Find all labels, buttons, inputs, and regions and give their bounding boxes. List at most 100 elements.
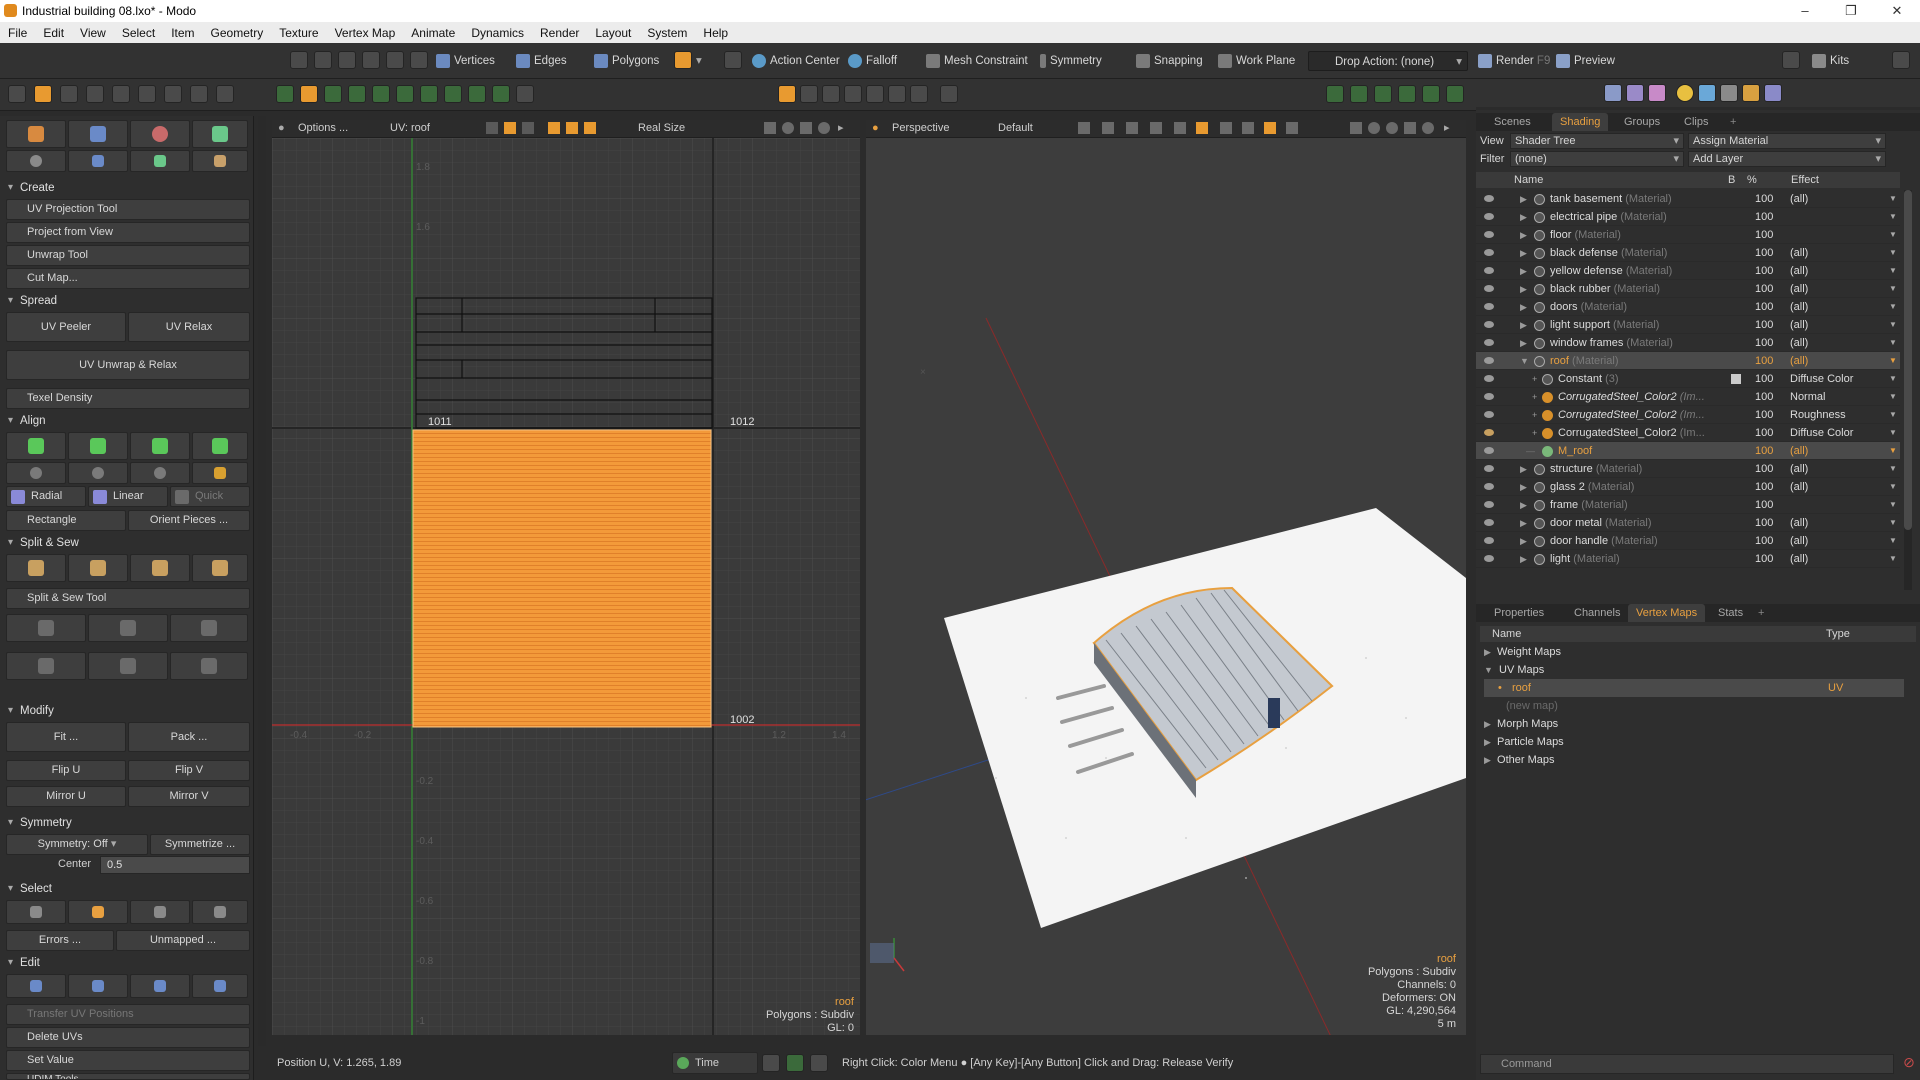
chevron-right-icon[interactable]: ▶	[1520, 208, 1527, 226]
chevron-down-icon[interactable]: ▼	[1520, 352, 1529, 370]
layout-icon[interactable]	[1892, 51, 1910, 69]
playback-icon[interactable]	[810, 1054, 828, 1072]
plus-icon[interactable]: +	[1532, 406, 1537, 424]
symmetry-button[interactable]: Symmetry	[1040, 51, 1102, 71]
edges-button[interactable]: Edges	[516, 51, 567, 71]
chevron-right-icon[interactable]: ▶	[1520, 550, 1527, 568]
udim-tools-button[interactable]: UDIM Tools	[6, 1073, 250, 1080]
keyframe-icon[interactable]	[786, 1054, 804, 1072]
texture-toggle-icon[interactable]	[504, 122, 516, 134]
flip-u-button[interactable]: Flip U	[6, 760, 126, 781]
light-toggle-icon[interactable]	[1196, 122, 1208, 134]
left-splitter[interactable]	[258, 116, 266, 1046]
add-viewport-icon[interactable]	[1446, 85, 1464, 103]
chevron-down-icon[interactable]: ▼	[1889, 226, 1897, 244]
kits-button[interactable]: Kits	[1812, 51, 1849, 71]
paint-select-icon[interactable]	[338, 51, 356, 69]
render-button[interactable]: Render F9	[1478, 51, 1550, 71]
seam-button-3[interactable]	[170, 614, 248, 642]
seam-button-5[interactable]	[88, 652, 168, 680]
eye-icon[interactable]	[1484, 231, 1494, 238]
menu-render[interactable]: Render	[532, 22, 587, 43]
zoom-icon[interactable]	[190, 85, 208, 103]
radial-button[interactable]: Radial	[6, 486, 86, 507]
chevron-down-icon[interactable]: ▼	[1889, 334, 1897, 352]
eye-icon[interactable]	[1484, 321, 1494, 328]
uv-circle-button[interactable]	[6, 150, 66, 172]
split-sew-tool-button[interactable]: Split & Sew Tool	[6, 588, 250, 609]
shader-icon[interactable]	[1742, 84, 1760, 102]
filter-dropdown[interactable]: (none) ▾	[1510, 151, 1684, 167]
assign-material-dropdown[interactable]: Assign Material ▾	[1688, 133, 1886, 149]
schematic-icon[interactable]	[1374, 85, 1392, 103]
tab-channels[interactable]: Channels	[1566, 604, 1628, 622]
circle-icon[interactable]	[396, 85, 414, 103]
shader-row[interactable]: ▶ tank basement (Material) 100 (all) ▼	[1476, 190, 1900, 208]
replicator-icon[interactable]	[1764, 84, 1782, 102]
action-center-button[interactable]: Action Center	[752, 51, 840, 71]
menu-texture[interactable]: Texture	[271, 22, 326, 43]
menu-select[interactable]: Select	[114, 22, 163, 43]
blend-checkbox[interactable]	[1731, 374, 1741, 384]
align-left-button[interactable]	[130, 432, 190, 460]
orient-pieces-button[interactable]: Orient Pieces ...	[128, 510, 250, 531]
cut-map-button[interactable]: Cut Map...	[6, 268, 250, 289]
pin-icon[interactable]	[888, 85, 906, 103]
perspective-viewport[interactable]: ● Perspective Default ▸ × roof Polygons …	[866, 120, 1466, 1035]
material-ball-icon[interactable]	[1648, 84, 1666, 102]
tab-vertex-maps[interactable]: Vertex Maps	[1628, 604, 1706, 622]
eye-icon[interactable]	[1484, 249, 1494, 256]
chevron-down-icon[interactable]: ▼	[1889, 262, 1897, 280]
uv-options-button[interactable]: Options ...	[298, 122, 348, 134]
graph-icon[interactable]	[1398, 85, 1416, 103]
chevron-down-icon[interactable]: ▼	[1889, 190, 1897, 208]
edit-button-3[interactable]	[130, 974, 190, 998]
orbit-icon[interactable]	[1368, 122, 1380, 134]
align-bottom-button[interactable]	[68, 432, 128, 460]
eye-icon[interactable]	[1484, 519, 1494, 526]
eye-icon[interactable]	[1484, 195, 1494, 202]
menu-file[interactable]: File	[0, 22, 35, 43]
polygons-button[interactable]: Polygons	[594, 51, 659, 71]
texel-density-button[interactable]: Texel Density	[6, 388, 250, 409]
uv-relax-button[interactable]: UV Relax	[128, 312, 250, 342]
chevron-down-icon[interactable]: ▼	[1889, 406, 1897, 424]
eye-icon[interactable]	[1484, 393, 1494, 400]
uv-sphere-large-button[interactable]	[130, 120, 190, 148]
figure-icon[interactable]	[164, 85, 182, 103]
close-button[interactable]: ✕	[1874, 0, 1920, 22]
shader-row[interactable]: ▶ floor (Material) 100 ▼	[1476, 226, 1900, 244]
material-ball-icon[interactable]	[1604, 84, 1622, 102]
chevron-down-icon[interactable]: ▼	[1889, 280, 1897, 298]
material-ball-icon[interactable]	[1626, 84, 1644, 102]
distortion-toggle-icon[interactable]	[584, 122, 596, 134]
item-mode-icon[interactable]	[410, 51, 428, 69]
eye-icon[interactable]	[1484, 303, 1494, 310]
set-value-button[interactable]: Set Value	[6, 1050, 250, 1071]
vertices-button[interactable]: Vertices	[436, 51, 495, 71]
gear-icon[interactable]	[818, 122, 830, 134]
transform-tool-icon[interactable]	[290, 51, 308, 69]
mode-dropdown-arrow[interactable]: ▾	[696, 51, 702, 71]
chevron-right-icon[interactable]: ▶	[1520, 280, 1527, 298]
unwrap-icon[interactable]	[844, 85, 862, 103]
vmap-uv-maps[interactable]: ▼ UV Maps	[1484, 661, 1904, 679]
uv-scatter-button[interactable]	[130, 150, 190, 172]
pan-icon[interactable]	[1350, 122, 1362, 134]
split-button-2[interactable]	[68, 554, 128, 582]
shader-row[interactable]: + CorrugatedSteel_Color2 (Im... 100 Roughne…	[1476, 406, 1900, 424]
view-mode-selector[interactable]: Perspective	[892, 122, 949, 134]
minimize-button[interactable]: –	[1782, 0, 1828, 22]
sculpt-icon[interactable]	[60, 85, 78, 103]
list-icon[interactable]	[1326, 85, 1344, 103]
auto-select-icon[interactable]	[724, 51, 742, 69]
plus-icon[interactable]: +	[1532, 370, 1537, 388]
shader-row[interactable]: ▶ structure (Material) 100 (all) ▼	[1476, 460, 1900, 478]
linear-button[interactable]: Linear	[88, 486, 168, 507]
eye-icon[interactable]	[1484, 213, 1494, 220]
add-layer-dropdown[interactable]: Add Layer ▾	[1688, 151, 1886, 167]
align-top-button[interactable]	[6, 432, 66, 460]
align-right-button[interactable]	[192, 432, 248, 460]
uv-rotate-large-button[interactable]	[192, 120, 248, 148]
chevron-right-icon[interactable]: ▶	[1520, 316, 1527, 334]
